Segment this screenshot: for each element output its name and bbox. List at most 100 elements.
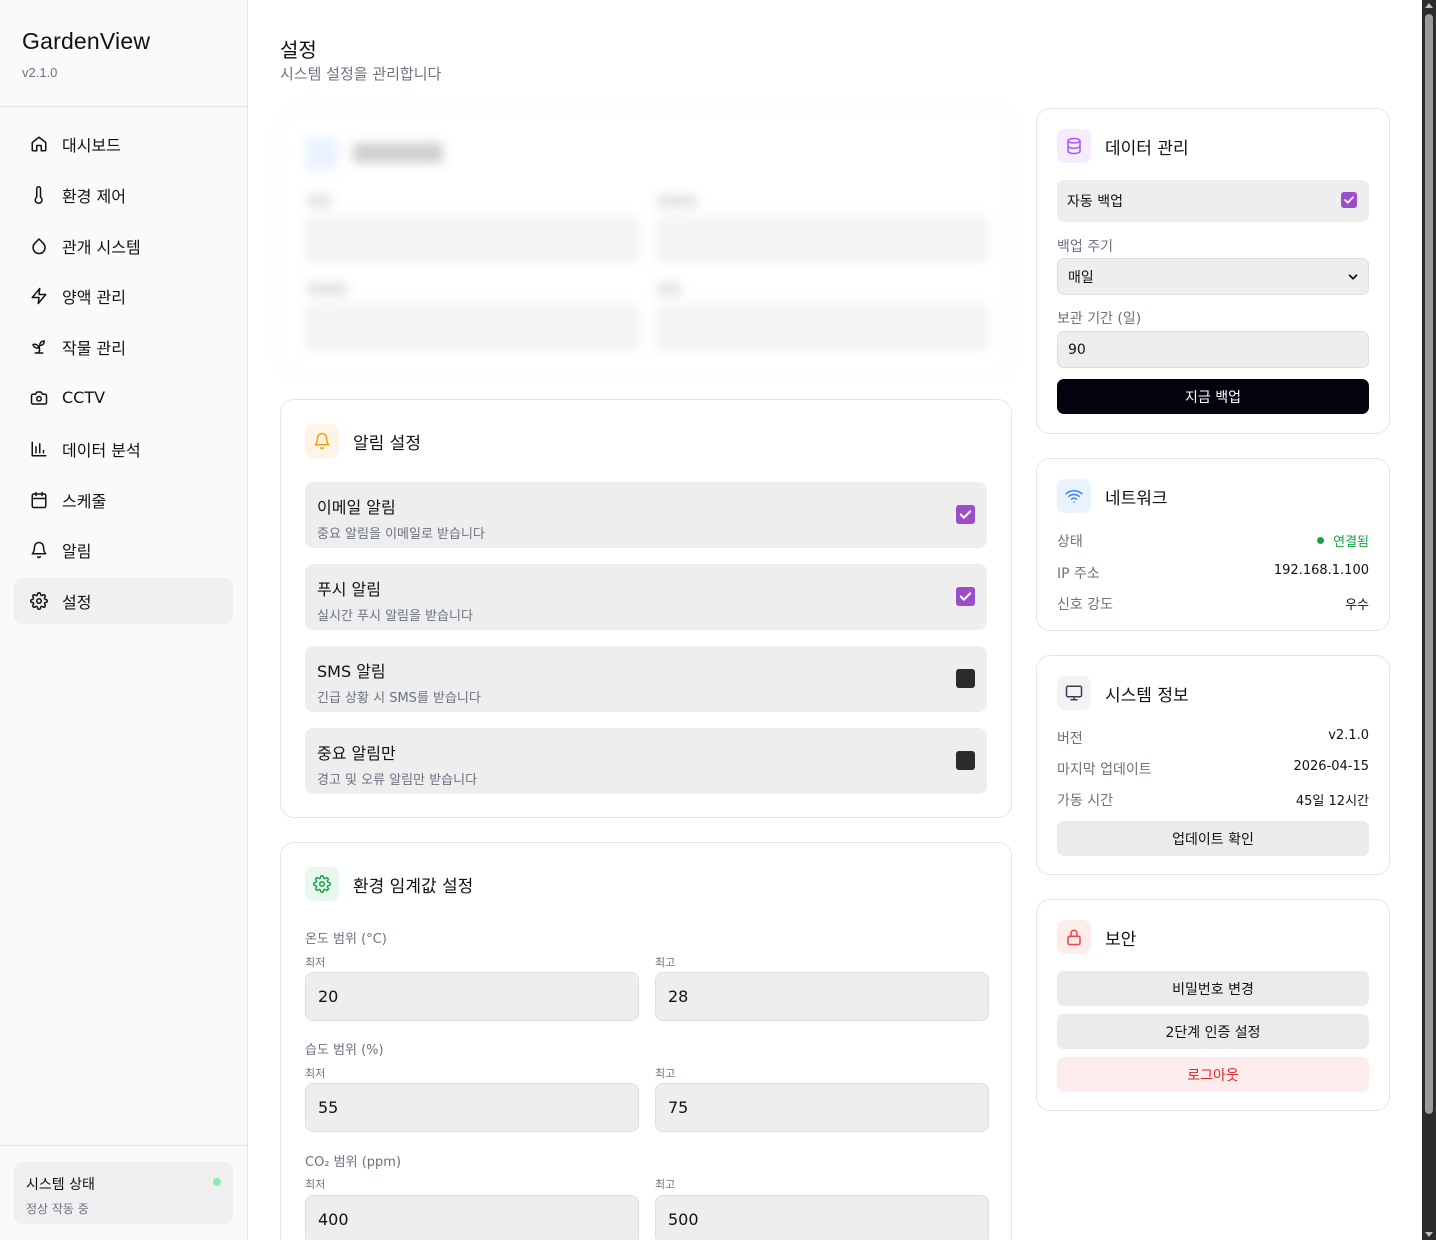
bell-icon-badge: [305, 424, 339, 458]
sidebar-item-schedule[interactable]: 스케줄: [14, 477, 233, 523]
humidity-range-label: 습도 범위 (%): [305, 1043, 384, 1058]
zap-icon: [31, 288, 47, 305]
scroll-down-arrow[interactable]: [1425, 1232, 1433, 1237]
notify-row-sms[interactable]: SMS 알림 긴급 상황 시 SMS를 받습니다: [305, 646, 987, 712]
user-info-card-blurred: [280, 110, 1012, 375]
co2-max-input[interactable]: 500: [655, 1195, 989, 1240]
card-title: 환경 임계값 설정: [353, 876, 474, 897]
retention-label: 보관 기간 (일): [1057, 311, 1142, 327]
notify-title: SMS 알림: [317, 662, 386, 681]
humidity-min-input[interactable]: 55: [305, 1083, 639, 1132]
signal-value: 우수: [1345, 598, 1369, 613]
sidebar-item-nutrient[interactable]: 양액 관리: [14, 273, 233, 319]
main-content: 설정 시스템 설정을 관리합니다 알림 설정 이메일 알림 중요 알림을 이메일…: [249, 0, 1422, 1240]
scrollbar[interactable]: [1422, 0, 1436, 1240]
two-factor-button[interactable]: 2단계 인증 설정: [1057, 1014, 1369, 1049]
auto-backup-row[interactable]: 자동 백업: [1057, 180, 1369, 222]
push-alert-checkbox[interactable]: [956, 587, 975, 606]
gear-icon: [30, 592, 48, 611]
card-header: 보안: [1057, 920, 1136, 954]
camera-icon: [30, 391, 48, 405]
last-update-value: 2026-04-15: [1293, 759, 1369, 774]
min-label: 최저: [305, 1178, 326, 1191]
critical-only-checkbox[interactable]: [956, 751, 975, 770]
check-icon: [1344, 196, 1354, 204]
sms-alert-checkbox[interactable]: [956, 669, 975, 688]
sidebar-item-label: 환경 제어: [62, 186, 126, 206]
notification-settings-card: 알림 설정 이메일 알림 중요 알림을 이메일로 받습니다 푸시 알림 실시간 …: [280, 399, 1012, 818]
last-update-label: 마지막 업데이트: [1057, 762, 1152, 778]
temperature-min-input[interactable]: 20: [305, 972, 639, 1021]
card-header: 환경 임계값 설정: [305, 867, 473, 901]
backup-cycle-label: 백업 주기: [1057, 239, 1113, 255]
notify-title: 푸시 알림: [317, 580, 381, 599]
change-password-button[interactable]: 비밀번호 변경: [1057, 971, 1369, 1006]
bell-icon: [314, 432, 330, 450]
version-value: v2.1.0: [1328, 728, 1369, 743]
gear-icon-badge: [305, 867, 339, 901]
system-info-card: 시스템 정보 버전 v2.1.0 마지막 업데이트 2026-04-15 가동 …: [1036, 655, 1390, 875]
lock-icon: [1067, 929, 1081, 946]
page-subtitle: 시스템 설정을 관리합니다: [280, 65, 442, 83]
scroll-thumb[interactable]: [1425, 14, 1433, 1114]
notify-desc: 긴급 상황 시 SMS를 받습니다: [317, 691, 481, 706]
sidebar-item-environment[interactable]: 환경 제어: [14, 172, 233, 218]
network-status-text: 연결됨: [1333, 535, 1369, 550]
card-title: 보안: [1105, 929, 1137, 950]
check-update-button[interactable]: 업데이트 확인: [1057, 821, 1369, 856]
notify-desc: 경고 및 오류 알림만 받습니다: [317, 773, 478, 788]
card-header: 알림 설정: [305, 424, 421, 458]
auto-backup-label: 자동 백업: [1067, 194, 1123, 210]
card-header: 네트워크: [1057, 479, 1168, 513]
sidebar-item-irrigation[interactable]: 관개 시스템: [14, 223, 233, 269]
sidebar-item-settings[interactable]: 설정: [14, 578, 233, 625]
database-icon-badge: [1057, 129, 1091, 163]
card-header: 시스템 정보: [1057, 676, 1189, 710]
thermometer-icon: [34, 185, 43, 204]
logout-button[interactable]: 로그아웃: [1057, 1057, 1369, 1092]
sidebar: GardenView v2.1.0 대시보드 환경 제어 관개 시스템 양액 관…: [0, 0, 248, 1240]
auto-backup-checkbox[interactable]: [1341, 192, 1357, 208]
notify-row-email[interactable]: 이메일 알림 중요 알림을 이메일로 받습니다: [305, 482, 987, 548]
notify-title: 이메일 알림: [317, 498, 396, 517]
notify-row-push[interactable]: 푸시 알림 실시간 푸시 알림을 받습니다: [305, 564, 987, 630]
backup-cycle-value: 매일: [1068, 269, 1094, 286]
page-title: 설정: [280, 38, 317, 62]
check-icon: [959, 510, 972, 519]
co2-min-input[interactable]: 400: [305, 1195, 639, 1240]
notify-title: 중요 알림만: [317, 744, 396, 763]
sidebar-item-label: 관개 시스템: [62, 237, 141, 257]
system-status-panel: 시스템 상태 정상 작동 중: [14, 1162, 233, 1224]
humidity-max-input[interactable]: 75: [655, 1083, 989, 1132]
bell-icon: [31, 542, 47, 559]
temperature-max-input[interactable]: 28: [655, 972, 989, 1021]
droplet-icon: [32, 237, 46, 254]
max-label: 최고: [655, 1178, 676, 1191]
retention-input[interactable]: 90: [1057, 331, 1369, 368]
sidebar-divider: [0, 1145, 247, 1146]
sidebar-item-label: 대시보드: [62, 136, 121, 155]
sidebar-nav: 대시보드 환경 제어 관개 시스템 양액 관리 작물 관리 CCTV 데이터 분…: [0, 107, 247, 643]
sidebar-item-cctv[interactable]: CCTV: [14, 375, 233, 421]
sidebar-item-analytics[interactable]: 데이터 분석: [14, 426, 233, 472]
scroll-up-arrow[interactable]: [1425, 3, 1433, 8]
status-dot: [1317, 537, 1325, 544]
gear-icon: [313, 875, 331, 893]
system-status-title: 시스템 상태: [26, 1177, 95, 1193]
notify-row-critical-only[interactable]: 중요 알림만 경고 및 오류 알림만 받습니다: [305, 728, 987, 794]
sidebar-item-dashboard[interactable]: 대시보드: [14, 121, 233, 167]
threshold-settings-card: 환경 임계값 설정 온도 범위 (°C) 최저 최고 20 28 습도 범위 (…: [280, 842, 1012, 1240]
sidebar-item-label: 데이터 분석: [62, 440, 141, 460]
sidebar-item-crops[interactable]: 작물 관리: [14, 324, 233, 370]
sidebar-item-label: 알림: [62, 542, 92, 562]
notify-desc: 실시간 푸시 알림을 받습니다: [317, 609, 473, 624]
check-icon: [959, 592, 972, 601]
sidebar-item-alerts[interactable]: 알림: [14, 527, 233, 573]
card-title: 네트워크: [1105, 488, 1168, 509]
min-label: 최저: [305, 956, 326, 969]
backup-now-button[interactable]: 지금 백업: [1057, 379, 1369, 414]
email-alert-checkbox[interactable]: [956, 505, 975, 524]
backup-cycle-select[interactable]: 매일: [1057, 258, 1369, 295]
network-status-value: 연결됨: [1317, 531, 1369, 550]
sidebar-item-label: 스케줄: [62, 491, 107, 511]
